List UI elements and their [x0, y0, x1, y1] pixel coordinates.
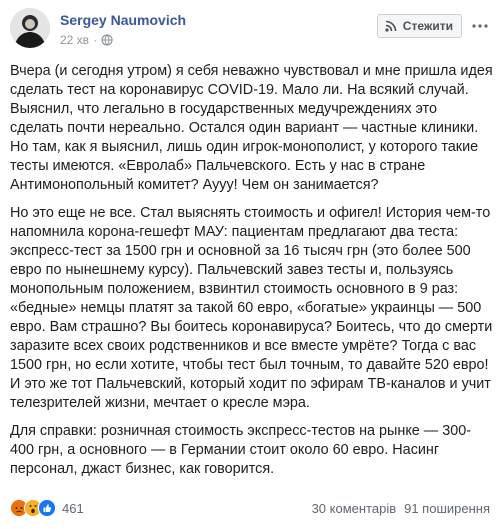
engagement-links: 30 коментарів 91 поширення	[312, 501, 490, 516]
reactions-summary[interactable]: 461	[10, 499, 84, 517]
follow-label: Стежити	[402, 19, 453, 33]
more-icon[interactable]	[470, 18, 490, 34]
post-paragraph: Для справки: розничная стоимость экспрес…	[10, 423, 471, 477]
shares-link[interactable]: 91 поширення	[404, 501, 490, 516]
post-time[interactable]: 22 хв	[60, 33, 89, 47]
follow-button[interactable]: Стежити	[376, 14, 462, 38]
comments-link[interactable]: 30 коментарів	[312, 501, 397, 516]
post-meta: 22 хв ·	[60, 33, 113, 47]
separator-dot: ·	[93, 33, 98, 47]
facebook-post: Sergey Naumovich 22 хв · Стежити Вчера (…	[0, 0, 500, 529]
post-footer: 461 30 коментарів 91 поширення	[10, 497, 490, 519]
post-paragraph: Но это еще не все. Стал выяснять стоимос…	[10, 205, 493, 411]
post-body: Вчера (и сегодня утром) я себя неважно ч…	[10, 62, 494, 488]
avatar[interactable]	[10, 8, 50, 48]
author-name[interactable]: Sergey Naumovich	[60, 12, 186, 28]
reaction-count: 461	[62, 500, 84, 516]
globe-icon	[101, 34, 113, 46]
rss-icon	[384, 19, 398, 33]
post-header: Sergey Naumovich 22 хв · Стежити	[10, 8, 490, 52]
like-icon	[38, 499, 56, 517]
post-paragraph: Вчера (и сегодня утром) я себя неважно ч…	[10, 63, 493, 193]
